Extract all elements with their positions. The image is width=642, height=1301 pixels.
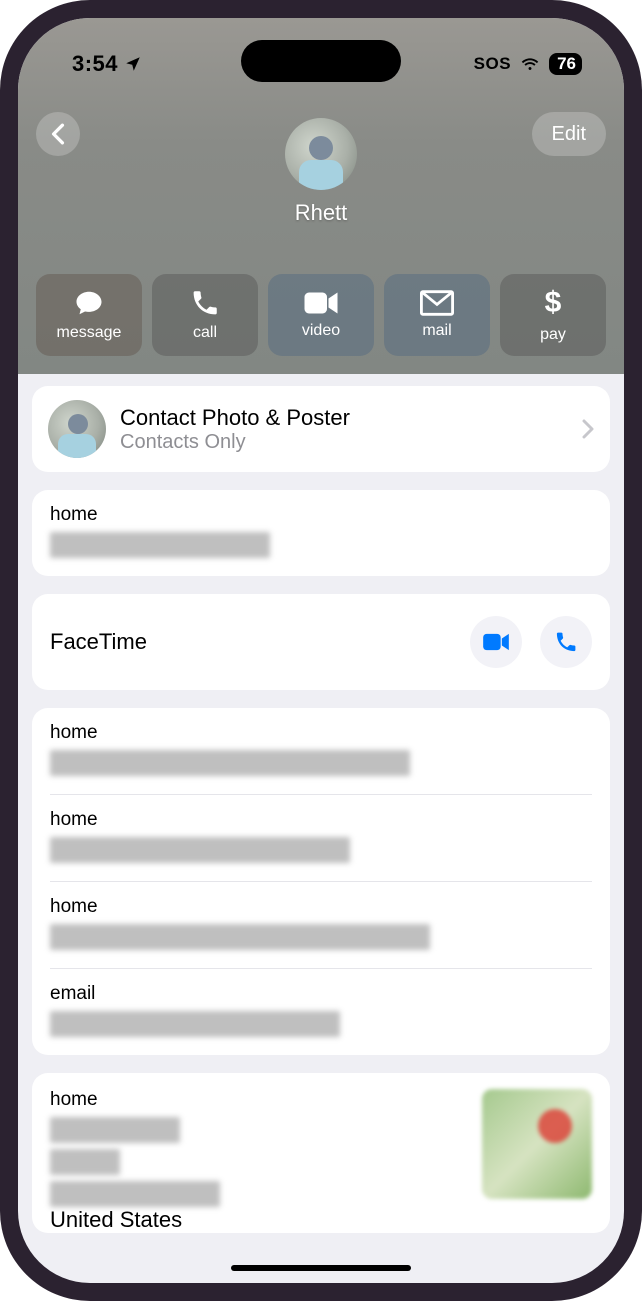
- email-value-redacted: [50, 1011, 340, 1037]
- location-icon: [124, 55, 142, 73]
- status-time: 3:54: [72, 51, 118, 77]
- contact-avatar[interactable]: [285, 118, 357, 190]
- message-button[interactable]: message: [36, 274, 142, 356]
- dynamic-island: [241, 40, 401, 82]
- facetime-video-button[interactable]: [470, 616, 522, 668]
- map-thumbnail[interactable]: [482, 1089, 592, 1199]
- emails-card: home home home email: [32, 708, 610, 1055]
- screen: 3:54 SOS 76 Edit: [18, 18, 624, 1283]
- wifi-icon: [519, 55, 541, 73]
- dollar-icon: $: [545, 286, 562, 320]
- contact-poster-card[interactable]: Contact Photo & Poster Contacts Only: [32, 386, 610, 472]
- battery-indicator: 76: [549, 53, 582, 75]
- poster-title: Contact Photo & Poster: [120, 405, 568, 431]
- address-value-redacted: [50, 1149, 120, 1175]
- address-value-redacted: [50, 1181, 220, 1207]
- content-area: Contact Photo & Poster Contacts Only hom…: [18, 374, 624, 1233]
- facetime-audio-button[interactable]: [540, 616, 592, 668]
- address-label: home: [50, 1089, 468, 1111]
- contact-name: Rhett: [285, 200, 357, 226]
- email-value-redacted: [50, 924, 430, 950]
- pay-button[interactable]: $ pay: [500, 274, 606, 356]
- phone-label: home: [50, 504, 592, 526]
- poster-avatar: [48, 400, 106, 458]
- address-value-redacted: [50, 1117, 180, 1143]
- message-icon: [72, 288, 106, 318]
- mail-button[interactable]: mail: [384, 274, 490, 356]
- phone-value-redacted: [50, 532, 270, 558]
- video-button[interactable]: video: [268, 274, 374, 356]
- email-row-1[interactable]: home: [32, 795, 610, 881]
- phone-card[interactable]: home: [32, 490, 610, 576]
- facetime-label: FaceTime: [50, 629, 147, 655]
- call-button[interactable]: call: [152, 274, 258, 356]
- email-row-0[interactable]: home: [32, 708, 610, 794]
- facetime-card: FaceTime: [32, 594, 610, 690]
- home-indicator[interactable]: [231, 1265, 411, 1271]
- email-row-3[interactable]: email: [32, 969, 610, 1055]
- email-value-redacted: [50, 750, 410, 776]
- back-button[interactable]: [36, 112, 80, 156]
- email-row-2[interactable]: home: [32, 882, 610, 968]
- video-icon: [303, 290, 339, 316]
- chevron-right-icon: [582, 419, 594, 439]
- mail-icon: [420, 290, 454, 316]
- email-value-redacted: [50, 837, 350, 863]
- address-country: United States: [32, 1207, 610, 1233]
- edit-button[interactable]: Edit: [532, 112, 606, 156]
- address-card[interactable]: home United States: [32, 1073, 610, 1233]
- phone-icon: [190, 288, 220, 318]
- poster-subtitle: Contacts Only: [120, 431, 568, 454]
- iphone-frame: 3:54 SOS 76 Edit: [0, 0, 642, 1301]
- sos-indicator: SOS: [474, 54, 511, 74]
